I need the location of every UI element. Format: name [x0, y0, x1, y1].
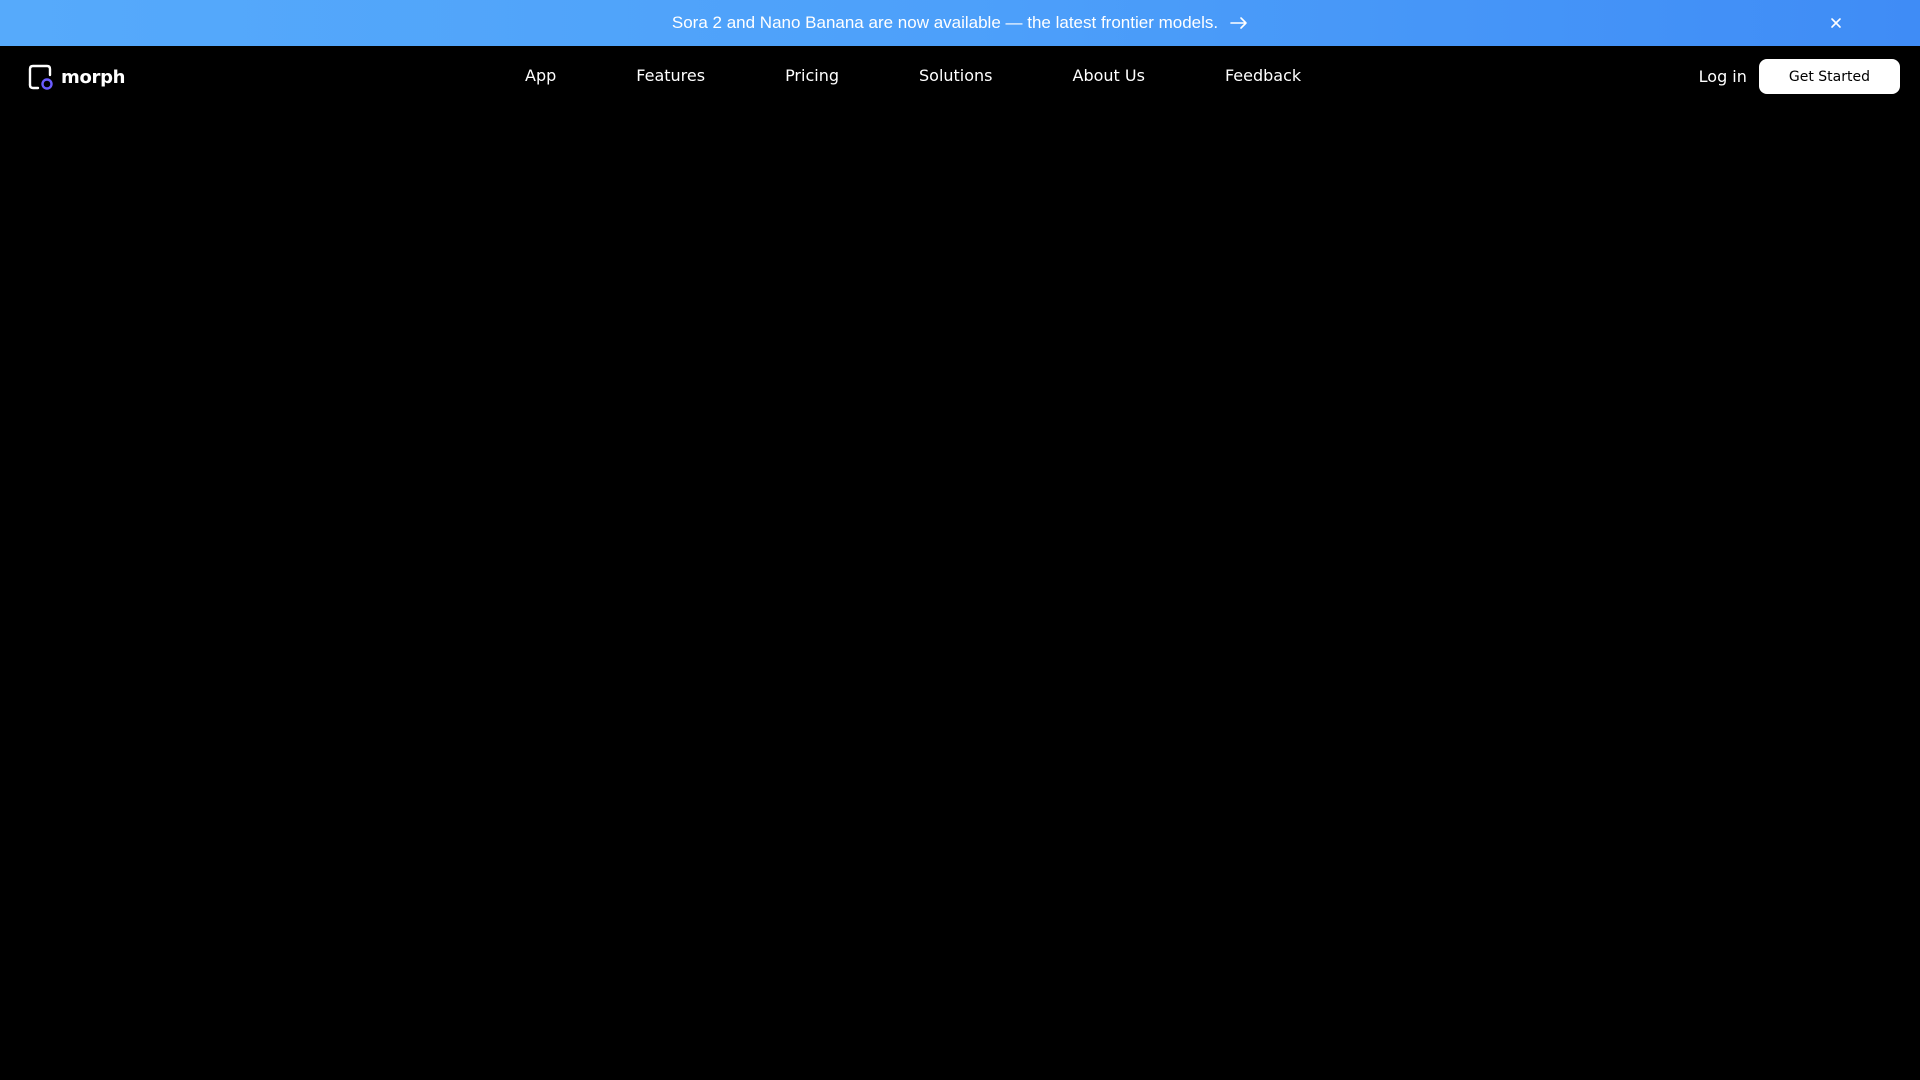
top-navigation: morph App Features Pricing Solutions Abo… — [0, 46, 1920, 107]
close-icon — [1831, 18, 1841, 28]
nav-about-us[interactable]: About Us — [1073, 66, 1145, 85]
auth-actions: Log in Get Started — [1699, 59, 1900, 94]
nav-app[interactable]: App — [525, 66, 556, 85]
logo-link[interactable]: morph — [27, 63, 126, 91]
announcement-banner: Sora 2 and Nano Banana are now available… — [0, 0, 1920, 46]
announcement-link[interactable]: Sora 2 and Nano Banana are now available… — [672, 13, 1248, 33]
main-content — [0, 107, 1920, 1080]
nav-feedback[interactable]: Feedback — [1225, 66, 1301, 85]
login-link[interactable]: Log in — [1699, 67, 1747, 86]
nav-pricing[interactable]: Pricing — [785, 66, 839, 85]
banner-close-button[interactable] — [1826, 13, 1846, 33]
arrow-right-icon — [1230, 17, 1247, 29]
morph-logo-icon — [28, 64, 53, 90]
nav-links: App Features Pricing Solutions About Us … — [525, 66, 1301, 85]
announcement-text: Sora 2 and Nano Banana are now available… — [671, 13, 1219, 32]
logo-text: morph — [61, 66, 126, 88]
nav-features[interactable]: Features — [636, 66, 705, 85]
nav-solutions[interactable]: Solutions — [919, 66, 993, 85]
get-started-button[interactable]: Get Started — [1758, 59, 1900, 94]
